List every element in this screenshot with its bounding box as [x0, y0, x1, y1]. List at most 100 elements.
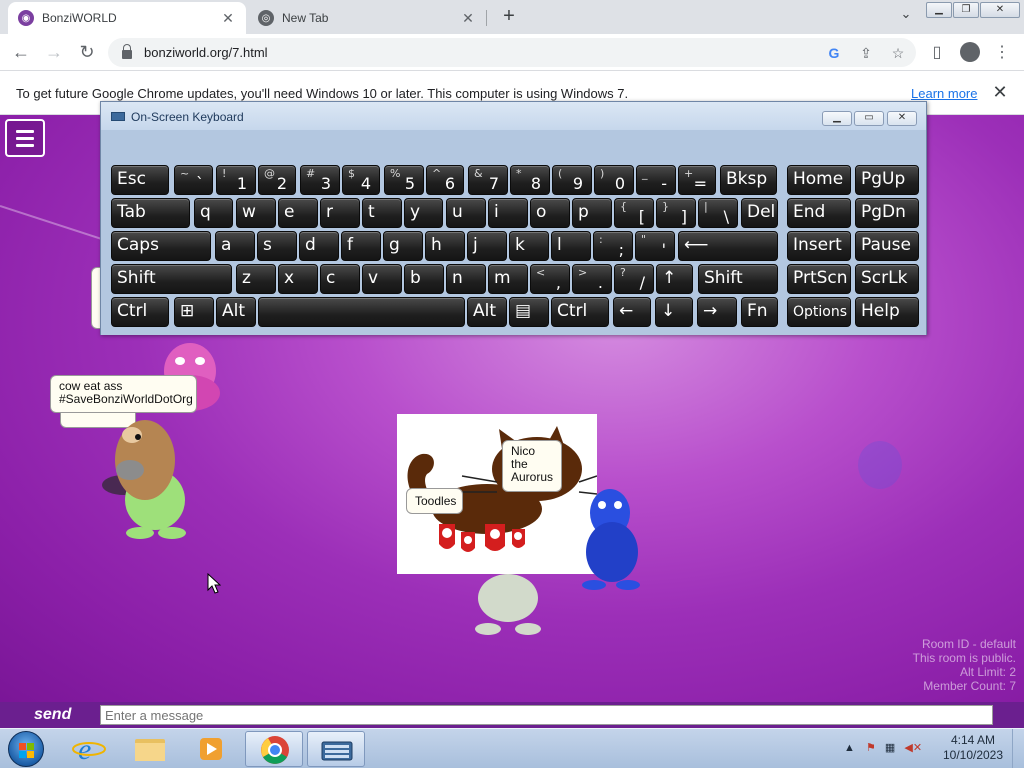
- osk-key-Del[interactable]: Del: [741, 198, 778, 228]
- green-bonzi-hamster-character[interactable]: [100, 405, 200, 540]
- osk-key-w[interactable]: w: [236, 198, 276, 228]
- send-button[interactable]: send: [34, 706, 71, 724]
- start-button[interactable]: [8, 731, 44, 767]
- osk-key-symbol[interactable]: ~ `: [174, 165, 213, 195]
- back-arrow-icon[interactable]: ←: [10, 42, 32, 64]
- osk-key-Home[interactable]: Home: [787, 165, 851, 195]
- forward-arrow-icon[interactable]: →: [43, 42, 65, 64]
- osk-key-1[interactable]: ! 1: [216, 165, 256, 195]
- osk-key-symbol[interactable]: →: [697, 297, 737, 327]
- grey-bonzi-character[interactable]: [466, 573, 550, 637]
- osk-key-p[interactable]: p: [572, 198, 612, 228]
- address-bar[interactable]: bonziworld.org/7.html G ⇪ ☆: [108, 38, 916, 67]
- osk-key-symbol[interactable]: ▤: [509, 297, 549, 327]
- menu-hamburger-icon[interactable]: [5, 119, 45, 157]
- osk-key-Alt[interactable]: Alt: [216, 297, 256, 327]
- close-infobar-icon[interactable]: ✕: [990, 82, 1010, 102]
- osk-key-n[interactable]: n: [446, 264, 486, 294]
- osk-key-symbol[interactable]: ? /: [614, 264, 654, 294]
- osk-key-symbol[interactable]: >.: [572, 264, 612, 294]
- osk-key-f[interactable]: f: [341, 231, 381, 261]
- osk-key-x[interactable]: x: [278, 264, 318, 294]
- share-icon[interactable]: ⇪: [857, 44, 875, 62]
- osk-key-Shift[interactable]: Shift: [698, 264, 778, 294]
- osk-key-t[interactable]: t: [362, 198, 402, 228]
- osk-key-PgUp[interactable]: PgUp: [855, 165, 919, 195]
- osk-key-b[interactable]: b: [404, 264, 444, 294]
- osk-key-j[interactable]: j: [467, 231, 507, 261]
- osk-key-c[interactable]: c: [320, 264, 360, 294]
- blue-bonzi-character[interactable]: [572, 477, 648, 593]
- close-tab-icon[interactable]: ✕: [220, 10, 236, 27]
- minimize-window-button[interactable]: ▁: [926, 2, 952, 18]
- osk-key-symbol[interactable]: ↑: [656, 264, 693, 294]
- new-tab-button[interactable]: +: [498, 6, 520, 28]
- osk-key-y[interactable]: y: [404, 198, 443, 228]
- tab-search-chevron-icon[interactable]: ⌄: [896, 6, 916, 26]
- osk-key-o[interactable]: o: [530, 198, 570, 228]
- osk-key-symbol[interactable]: ⊞: [174, 297, 214, 327]
- osk-key-Alt[interactable]: Alt: [467, 297, 507, 327]
- tray-expand-icon[interactable]: ▲: [844, 742, 855, 754]
- osk-key-l[interactable]: l: [551, 231, 591, 261]
- osk-key-Esc[interactable]: Esc: [111, 165, 169, 195]
- osk-maximize-button[interactable]: ▭: [854, 111, 884, 126]
- osk-key-Shift[interactable]: Shift: [111, 264, 232, 294]
- osk-key-3[interactable]: #3: [300, 165, 340, 195]
- menu-kebab-icon[interactable]: ⋮: [991, 42, 1013, 64]
- media-player-icon[interactable]: [182, 731, 240, 767]
- osk-taskbar-icon[interactable]: [307, 731, 365, 767]
- osk-key-Ctrl[interactable]: Ctrl: [551, 297, 609, 327]
- osk-key-e[interactable]: e: [278, 198, 318, 228]
- faded-bonzi-character[interactable]: [850, 435, 910, 495]
- osk-key-symbol[interactable]: + =: [678, 165, 716, 195]
- network-icon[interactable]: ▦: [885, 742, 895, 754]
- osk-key-Pause[interactable]: Pause: [855, 231, 919, 261]
- osk-minimize-button[interactable]: ▁: [822, 111, 852, 126]
- osk-key-symbol[interactable]: {[: [614, 198, 654, 228]
- osk-key-a[interactable]: a: [215, 231, 255, 261]
- osk-key-s[interactable]: s: [257, 231, 297, 261]
- osk-key-8[interactable]: * 8: [510, 165, 550, 195]
- osk-key-symbol[interactable]: }]: [656, 198, 696, 228]
- osk-key-symbol[interactable]: <,: [530, 264, 570, 294]
- osk-key-symbol[interactable]: " ': [635, 231, 675, 261]
- show-desktop-button[interactable]: [1012, 729, 1024, 768]
- osk-key-i[interactable]: i: [488, 198, 528, 228]
- osk-key-v[interactable]: v: [362, 264, 402, 294]
- osk-titlebar[interactable]: On-Screen Keyboard ▁ ▭ ✕: [101, 102, 926, 130]
- google-translate-icon[interactable]: G: [825, 44, 843, 62]
- osk-key-Help[interactable]: Help: [855, 297, 919, 327]
- osk-key-Caps[interactable]: Caps: [111, 231, 211, 261]
- osk-key-g[interactable]: g: [383, 231, 423, 261]
- volume-muted-icon[interactable]: ◀✕: [904, 742, 922, 754]
- osk-key-4[interactable]: $4: [342, 165, 380, 195]
- osk-key-symbol[interactable]: ⟵: [678, 231, 778, 261]
- osk-key-Insert[interactable]: Insert: [787, 231, 851, 261]
- osk-key-z[interactable]: z: [236, 264, 276, 294]
- lock-icon[interactable]: [122, 44, 132, 59]
- osk-key-symbol[interactable]: ↓: [655, 297, 693, 327]
- osk-key-Tab[interactable]: Tab: [111, 198, 190, 228]
- chrome-taskbar-icon[interactable]: [245, 731, 303, 767]
- osk-key-Ctrl[interactable]: Ctrl: [111, 297, 169, 327]
- osk-key-5[interactable]: % 5: [384, 165, 424, 195]
- url-text[interactable]: bonziworld.org/7.html: [144, 45, 268, 60]
- osk-key-d[interactable]: d: [299, 231, 339, 261]
- osk-key-End[interactable]: End: [787, 198, 851, 228]
- side-panel-icon[interactable]: ▯: [926, 42, 948, 64]
- osk-key-7[interactable]: & 7: [468, 165, 508, 195]
- osk-key-q[interactable]: q: [194, 198, 233, 228]
- file-explorer-icon[interactable]: [121, 731, 179, 767]
- osk-key-Fn[interactable]: Fn: [741, 297, 778, 327]
- osk-key-ScrLk[interactable]: ScrLk: [855, 264, 919, 294]
- osk-key-PrtScn[interactable]: PrtScn: [787, 264, 851, 294]
- bookmark-star-icon[interactable]: ☆: [889, 44, 907, 62]
- message-input[interactable]: [100, 705, 993, 725]
- osk-key-Bksp[interactable]: Bksp: [720, 165, 777, 195]
- profile-avatar-icon[interactable]: [960, 42, 980, 62]
- close-window-button[interactable]: ✕: [980, 2, 1020, 18]
- osk-key-symbol[interactable]: _ -: [636, 165, 676, 195]
- osk-key-2[interactable]: @2: [258, 165, 296, 195]
- learn-more-link[interactable]: Learn more: [911, 86, 977, 101]
